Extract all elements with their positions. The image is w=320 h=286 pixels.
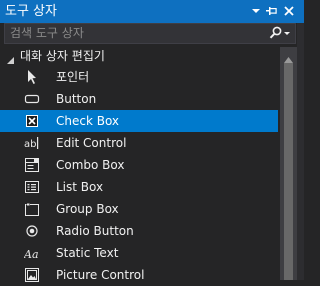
scrollbar-thumb[interactable] <box>284 63 293 280</box>
toolbox-item-combo-box[interactable]: Combo Box <box>0 154 278 176</box>
radio-button-icon <box>24 223 40 239</box>
toolbox-item-picture-control[interactable]: Picture Control <box>0 264 278 286</box>
svg-text:Aa: Aa <box>24 248 39 261</box>
panel-right-edge <box>297 23 304 280</box>
edit-control-icon: ab <box>24 135 40 151</box>
toolbox-item-label: Button <box>56 92 97 106</box>
picture-control-icon <box>24 267 40 283</box>
toolbox-item-label: Combo Box <box>56 158 125 172</box>
toolbox-item-list-box[interactable]: List Box <box>0 176 278 198</box>
panel-title: 도구 상자 <box>5 4 57 19</box>
static-text-icon: Aa <box>23 245 40 261</box>
toolbox-item-static-text[interactable]: Aa Static Text <box>0 242 278 264</box>
toolbox-item-label: Radio Button <box>56 224 134 238</box>
button-icon <box>24 91 40 107</box>
group-label: 대화 상자 편집기 <box>20 49 105 63</box>
toolbox-item-label: Check Box <box>56 114 120 128</box>
toolbox-item-label: Picture Control <box>56 268 145 282</box>
vertical-scrollbar[interactable] <box>280 47 297 280</box>
pin-icon[interactable] <box>265 4 279 18</box>
toolbox-item-label: Static Text <box>56 246 119 260</box>
pointer-icon <box>24 69 40 85</box>
search-box[interactable]: 검색 도구 상자 <box>4 23 296 44</box>
toolbox-item-button[interactable]: Button <box>0 88 278 110</box>
toolbox-item-edit-control[interactable]: ab Edit Control <box>0 132 278 154</box>
toolbox-item-list: 포인터 Button Check Box ab Edit Control Com… <box>0 66 278 286</box>
group-header-dialog-editor[interactable]: 대화 상자 편집기 <box>0 47 290 65</box>
toolbox-item-group-box[interactable]: Group Box <box>0 198 278 220</box>
toolbox-item-label: List Box <box>56 180 104 194</box>
combo-box-icon <box>24 157 40 173</box>
list-box-icon <box>24 179 40 195</box>
panel-titlebar[interactable]: 도구 상자 <box>0 0 304 23</box>
search-input[interactable]: 검색 도구 상자 <box>10 26 84 41</box>
scroll-up-arrow-icon[interactable] <box>284 52 293 63</box>
toolbox-item-label: 포인터 <box>56 70 90 84</box>
expanded-triangle-icon[interactable] <box>7 53 14 64</box>
toolbox-item-label: Group Box <box>56 202 119 216</box>
toolbox-item-radio-button[interactable]: Radio Button <box>0 220 278 242</box>
toolbox-item-check-box[interactable]: Check Box <box>0 110 278 132</box>
group-box-icon <box>24 201 40 217</box>
chevron-down-icon[interactable] <box>249 4 263 18</box>
toolbox-item-pointer[interactable]: 포인터 <box>0 66 278 88</box>
checkbox-icon <box>24 113 40 129</box>
close-icon[interactable] <box>282 4 296 18</box>
svg-text:ab: ab <box>24 139 36 150</box>
search-button[interactable] <box>267 25 293 42</box>
toolbox-item-label: Edit Control <box>56 136 127 150</box>
